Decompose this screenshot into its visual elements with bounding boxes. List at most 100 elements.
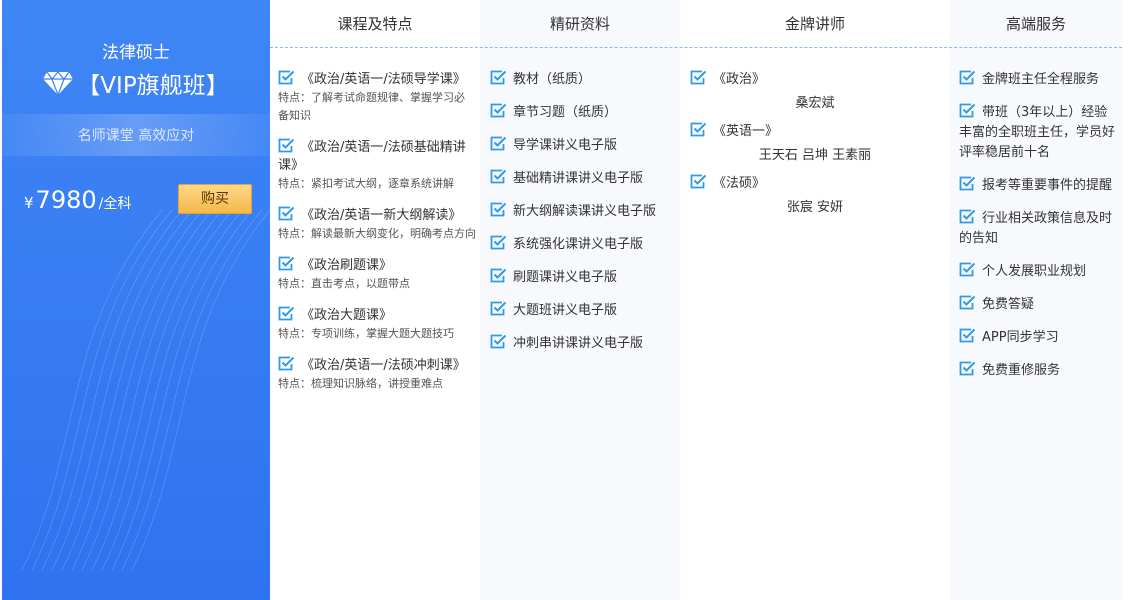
course-description: 特点：直击考点，以题带点: [278, 277, 410, 290]
teacher-subject-text: 《英语一》: [713, 124, 779, 139]
teacher-subject-text: 《政治》: [713, 72, 766, 87]
checkbox-checked-icon: [690, 174, 707, 189]
material-item: 教材（纸质）: [490, 70, 680, 103]
checkbox-checked-icon: [278, 306, 295, 321]
checkbox-checked-icon: [959, 361, 976, 376]
material-label: 大题班讲义电子版: [513, 303, 618, 318]
courses-header: 课程及特点: [337, 15, 413, 33]
checkbox-checked-icon: [490, 70, 507, 85]
course-item: 《政治/英语一新大纲解读》特点：解读最新大纲变化，明确考点方向: [278, 206, 476, 243]
checkbox-checked-icon: [490, 268, 507, 283]
teacher-names: 张宸 安妍: [786, 200, 844, 215]
checkbox-checked-icon: [490, 334, 507, 349]
course-title-text: 《政治/英语一/法硕导学课》: [301, 72, 466, 87]
course-title: 《政治/英语一/法硕导学课》: [278, 70, 476, 89]
teacher-names: 桑宏斌: [795, 96, 835, 111]
checkbox-checked-icon: [490, 202, 507, 217]
course-title-text: 《政治/英语一/法硕冲刺课》: [301, 358, 466, 373]
service-column: 高端服务 金牌班主任全程服务带班（3年以上）经验丰富的全职班主任，学员好评率稳居…: [950, 0, 1122, 600]
course-title: 《政治/英语一新大纲解读》: [278, 206, 476, 225]
checkbox-checked-icon: [959, 295, 976, 310]
material-label: 系统强化课讲义电子版: [513, 237, 644, 252]
checkbox-checked-icon: [690, 70, 707, 85]
checkbox-checked-icon: [278, 138, 295, 153]
product-panel: 法律硕士 【VIP旗舰班】 名师课堂 高效应对 ¥ 7980 /全科 购买: [2, 0, 270, 600]
service-label: 免费重修服务: [982, 363, 1061, 378]
checkbox-checked-icon: [490, 235, 507, 250]
service-list: 金牌班主任全程服务带班（3年以上）经验丰富的全职班主任，学员好评率稳居前十名报考…: [959, 70, 1119, 394]
course-title-text: 《政治/英语一/法硕基础精讲课》: [278, 140, 466, 173]
course-title: 《政治大题课》: [278, 306, 476, 325]
teacher-subject: 《英语一》: [690, 122, 950, 142]
buy-button[interactable]: 购买: [178, 184, 252, 214]
material-label: 刷题课讲义电子版: [513, 270, 618, 285]
slogan-band: 名师课堂 高效应对: [2, 114, 270, 156]
material-item: 刷题课讲义电子版: [490, 268, 680, 301]
course-title-text: 《政治大题课》: [301, 308, 393, 323]
service-label: 行业相关政策信息及时的告知: [959, 211, 1113, 246]
teacher-names: 王天石 吕坤 王素丽: [758, 148, 872, 163]
teacher-group: 《政治》桑宏斌: [690, 70, 950, 114]
course-description: 特点：解读最新大纲变化，明确考点方向: [278, 227, 476, 240]
checkbox-checked-icon: [959, 70, 976, 85]
course-item: 《政治大题课》 特点：专项训练，掌握大题大题技巧: [278, 306, 476, 343]
teachers-list: 《政治》桑宏斌《英语一》王天石 吕坤 王素丽《法硕》张宸 安妍: [690, 70, 950, 226]
service-item: 金牌班主任全程服务: [959, 70, 1119, 90]
materials-header: 精研资料: [549, 15, 610, 33]
material-item: 基础精讲课讲义电子版: [490, 169, 680, 202]
checkbox-checked-icon: [959, 209, 976, 224]
teachers-header: 金牌讲师: [784, 15, 845, 33]
product-title-text: 【VIP旗舰班】: [77, 73, 229, 99]
checkbox-checked-icon: [278, 256, 295, 271]
checkbox-checked-icon: [278, 70, 295, 85]
material-item: 大题班讲义电子版: [490, 301, 680, 334]
checkbox-checked-icon: [278, 206, 295, 221]
right-edge: [1122, 0, 1136, 600]
price-currency: ¥: [24, 194, 34, 212]
course-description: 特点：紧扣考试大纲，逐章系统讲解: [278, 177, 454, 190]
service-label: 个人发展职业规划: [982, 264, 1087, 279]
course-title-text: 《政治刷题课》: [301, 258, 393, 273]
course-title: 《政治刷题课》: [278, 256, 476, 275]
course-item: 《政治/英语一/法硕基础精讲课》特点：紧扣考试大纲，逐章系统讲解: [278, 138, 476, 193]
checkbox-checked-icon: [490, 301, 507, 316]
decorative-waves: [21, 209, 270, 571]
teacher-subject: 《政治》: [690, 70, 950, 90]
teacher-subject-text: 《法硕》: [713, 176, 766, 191]
course-title-text: 《政治/英语一新大纲解读》: [301, 208, 462, 223]
service-item: 免费重修服务: [959, 361, 1119, 381]
material-label: 教材（纸质）: [513, 72, 592, 87]
material-item: 导学课讲义电子版: [490, 136, 680, 169]
material-label: 冲刺串讲课讲义电子版: [513, 336, 644, 351]
course-description: 特点：了解考试命题规律、掌握学习必 备知识: [278, 91, 465, 122]
material-item: 新大纲解读课讲义电子版: [490, 202, 680, 235]
price: ¥ 7980 /全科: [24, 186, 131, 214]
service-item: 带班（3年以上）经验丰富的全职班主任，学员好评率稳居前十名: [959, 103, 1119, 163]
service-item: 行业相关政策信息及时的告知: [959, 209, 1119, 249]
checkbox-checked-icon: [490, 136, 507, 151]
diamond-icon: [43, 71, 74, 96]
service-item: 免费答疑: [959, 295, 1119, 315]
service-label: 报考等重要事件的提醒: [982, 178, 1113, 193]
material-label: 基础精讲课讲义电子版: [513, 171, 644, 186]
checkbox-checked-icon: [959, 328, 976, 343]
service-label: 金牌班主任全程服务: [982, 72, 1100, 87]
material-item: 章节习题（纸质）: [490, 103, 680, 136]
teacher-group: 《英语一》王天石 吕坤 王素丽: [690, 122, 950, 166]
course-description: 特点：梳理知识脉络，讲授重难点: [278, 377, 443, 390]
product-title: 【VIP旗舰班】: [2, 66, 270, 100]
materials-column: 精研资料 教材（纸质） 章节习题（纸质） 导学课讲义电子版基础精讲课讲义电子版 新大纲…: [480, 0, 680, 600]
checkbox-checked-icon: [278, 356, 295, 371]
price-unit: /全科: [98, 196, 132, 212]
service-header: 高端服务: [1005, 15, 1066, 33]
checkbox-checked-icon: [490, 169, 507, 184]
service-label: APP同步学习: [982, 330, 1059, 345]
course-item: 《政治刷题课》特点：直击考点，以题带点: [278, 256, 476, 293]
checkbox-checked-icon: [959, 262, 976, 277]
course-item: 《政治/英语一/法硕冲刺课》特点：梳理知识脉络，讲授重难点: [278, 356, 476, 393]
service-label: 免费答疑: [982, 297, 1035, 312]
material-label: 章节习题（纸质）: [513, 105, 618, 120]
checkbox-checked-icon: [490, 103, 507, 118]
service-label: 带班（3年以上）经验丰富的全职班主任，学员好评率稳居前十名: [959, 105, 1116, 160]
material-label: 新大纲解读课讲义电子版: [513, 204, 657, 219]
